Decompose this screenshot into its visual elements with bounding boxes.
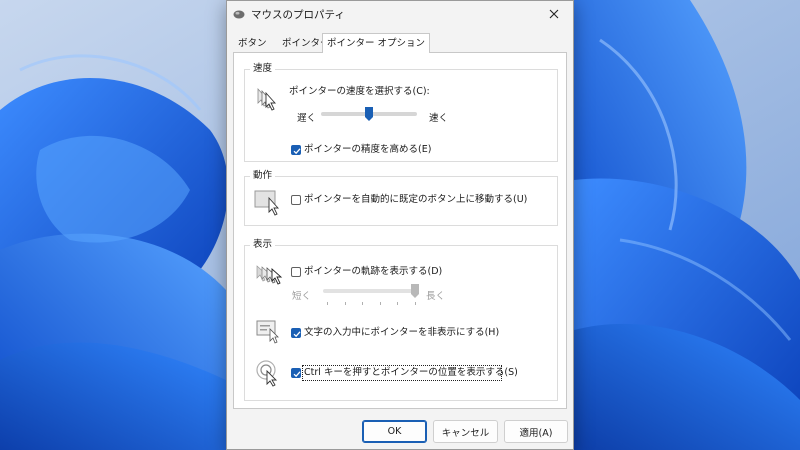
slider-tick <box>415 302 416 305</box>
hide-while-typing-label[interactable]: 文字の入力中にポインターを非表示にする(H) <box>304 327 499 339</box>
speed-slider-thumb[interactable] <box>365 107 373 121</box>
pointer-options-panel: 速度 ポインターの速度を選択する(C): 遅く 速く ポインターの精度を高める(… <box>233 52 567 409</box>
hide-while-typing-checkbox[interactable] <box>291 328 301 338</box>
mouse-icon <box>233 10 245 19</box>
long-label: 長く <box>426 291 446 302</box>
snap-group-title: 動作 <box>250 170 276 182</box>
pointer-trails-icon <box>256 265 283 285</box>
slider-tick <box>362 302 364 305</box>
show-location-ctrl-checkbox[interactable] <box>291 368 301 378</box>
speed-label: ポインターの速度を選択する(C): <box>289 86 430 97</box>
trails-slider-thumb[interactable] <box>411 284 419 298</box>
enhance-precision-label[interactable]: ポインターの精度を高める(E) <box>304 144 431 156</box>
tab-strip: ボタン ポインター ポインター オプション <box>233 33 565 53</box>
pointer-trails-checkbox[interactable] <box>291 267 301 277</box>
short-label: 短く <box>292 291 312 302</box>
slider-tick <box>344 302 346 305</box>
visibility-group: 表示 ポインターの軌跡を表示する(D) 短く 長く 文字の入力中にポインターを非… <box>244 239 558 401</box>
tab-buttons[interactable]: ボタン <box>235 34 270 53</box>
slider-tick <box>327 302 328 305</box>
close-button[interactable] <box>541 4 567 24</box>
snap-to-default-checkbox[interactable] <box>291 195 301 205</box>
enhance-precision-checkbox[interactable] <box>291 145 301 155</box>
snap-to-group: 動作 ポインターを自動的に既定のボタン上に移動する(U) <box>244 170 558 226</box>
pointer-speed-slider[interactable] <box>321 107 417 121</box>
snap-to-button-icon <box>254 190 280 216</box>
trails-slider-track <box>323 289 419 293</box>
snap-to-default-label[interactable]: ポインターを自動的に既定のボタン上に移動する(U) <box>304 194 527 206</box>
hide-pointer-icon <box>256 320 279 344</box>
close-icon <box>549 9 559 19</box>
pointer-location-icon <box>256 360 278 387</box>
motion-group-title: 速度 <box>250 63 276 75</box>
tab-pointer-options[interactable]: ポインター オプション <box>322 33 431 53</box>
slider-tick <box>397 302 399 305</box>
show-location-ctrl-label[interactable]: Ctrl キーを押すとポインターの位置を表示する(S) <box>304 367 518 379</box>
slow-label: 遅く <box>297 113 317 124</box>
window-title: マウスのプロパティ <box>251 9 345 21</box>
title-bar[interactable]: マウスのプロパティ <box>227 1 573 29</box>
pointer-speed-icon <box>257 87 277 111</box>
fast-label: 速く <box>429 113 449 124</box>
motion-group: 速度 ポインターの速度を選択する(C): 遅く 速く ポインターの精度を高める(… <box>244 63 558 162</box>
trail-length-slider[interactable] <box>323 284 419 298</box>
cancel-button[interactable]: キャンセル <box>433 420 498 443</box>
apply-button[interactable]: 適用(A) <box>504 420 568 443</box>
ok-button[interactable]: OK <box>362 420 427 443</box>
trails-slider-ticks <box>323 302 419 305</box>
pointer-trails-label[interactable]: ポインターの軌跡を表示する(D) <box>304 266 442 278</box>
mouse-properties-dialog: マウスのプロパティ ボタン ポインター ポインター オプション 速度 ポインター… <box>226 0 574 450</box>
visibility-group-title: 表示 <box>250 239 276 251</box>
slider-tick <box>379 302 381 305</box>
